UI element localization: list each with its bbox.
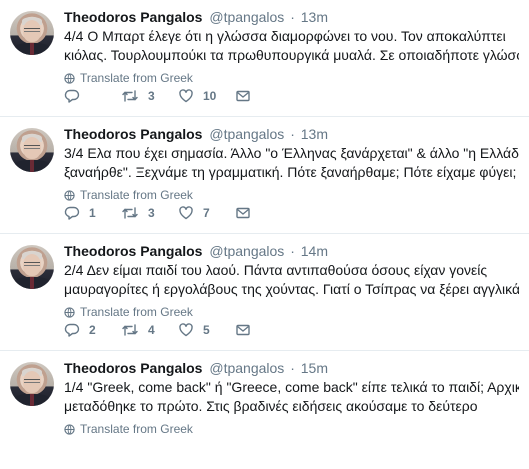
globe-icon — [64, 72, 75, 84]
tweet-text: 2/4 Δεν είμαι παιδί του λαού. Πάντα αντι… — [64, 261, 519, 299]
heart-icon — [179, 206, 193, 220]
tweet-timestamp[interactable]: 15m — [301, 360, 328, 376]
translate-label: Translate from Greek — [80, 188, 193, 202]
tweet-text-line: 4/4 Ο Μπαρτ έλεγε ότι η γλώσσα διαμορφών… — [64, 28, 506, 44]
separator-dot: · — [290, 243, 295, 259]
author-name[interactable]: Theodoros Pangalos — [64, 243, 202, 259]
envelope-icon — [236, 90, 250, 102]
translate-label: Translate from Greek — [80, 71, 193, 85]
tweet[interactable]: Theodoros Pangalos @tpangalos · 13m 3/4 … — [0, 117, 529, 234]
retweet-count: 3 — [148, 89, 155, 103]
tweet-text-line: 3/4 Ελα που έχει σημασία. Άλλο "ο Έλληνα… — [64, 145, 519, 161]
tweet-text-line: 1/4 "Greek, come back" ή "Greece, come b… — [64, 379, 519, 395]
tweet-text: 3/4 Ελα που έχει σημασία. Άλλο "ο Έλληνα… — [64, 144, 519, 182]
heart-icon — [179, 89, 193, 103]
tweet-text: 1/4 "Greek, come back" ή "Greece, come b… — [64, 378, 519, 416]
reply-button[interactable] — [64, 88, 121, 104]
retweet-button[interactable]: 4 — [121, 322, 178, 338]
separator-dot: · — [290, 9, 295, 25]
direct-message-button[interactable] — [235, 205, 259, 221]
tweet-text-line: κιόλας. Τουρλουμπούκι τα πρωθυπουργικά μ… — [64, 47, 519, 63]
direct-message-button[interactable] — [235, 88, 259, 104]
translate-link[interactable]: Translate from Greek — [64, 421, 519, 437]
author-name[interactable]: Theodoros Pangalos — [64, 126, 202, 142]
avatar[interactable] — [10, 362, 54, 406]
tweet-actions: 3 10 — [64, 86, 259, 106]
like-button[interactable]: 5 — [178, 322, 235, 338]
tweet[interactable]: Theodoros Pangalos @tpangalos · 13m 4/4 … — [0, 0, 529, 117]
tweet[interactable]: Theodoros Pangalos @tpangalos · 15m 1/4 … — [0, 351, 529, 468]
like-button[interactable]: 7 — [178, 205, 235, 221]
like-count: 7 — [203, 206, 210, 220]
translate-link[interactable]: Translate from Greek — [64, 70, 519, 86]
envelope-icon — [236, 207, 250, 219]
like-count: 5 — [203, 323, 210, 337]
globe-icon — [64, 189, 75, 201]
avatar[interactable] — [10, 11, 54, 55]
translate-label: Translate from Greek — [80, 305, 193, 319]
author-handle[interactable]: @tpangalos — [209, 360, 284, 376]
tweet[interactable]: Theodoros Pangalos @tpangalos · 14m 2/4 … — [0, 234, 529, 351]
translate-link[interactable]: Translate from Greek — [64, 187, 519, 203]
avatar[interactable] — [10, 245, 54, 289]
author-name[interactable]: Theodoros Pangalos — [64, 360, 202, 376]
author-name[interactable]: Theodoros Pangalos — [64, 9, 202, 25]
tweet-timestamp[interactable]: 13m — [301, 9, 328, 25]
reply-button[interactable]: 1 — [64, 205, 121, 221]
reply-count: 2 — [89, 323, 96, 337]
like-count: 10 — [203, 89, 217, 103]
tweet-text-line: μεταδόθηκε το πρώτο. Στις βραδινές ειδήσ… — [64, 398, 478, 414]
like-button[interactable]: 10 — [178, 88, 235, 104]
tweet-text-line: μαυραγορίτες ή εργολάβους της χούντας. Γ… — [64, 281, 519, 297]
tweet-timestamp[interactable]: 13m — [301, 126, 328, 142]
translate-link[interactable]: Translate from Greek — [64, 304, 519, 320]
tweet-actions: 1 3 7 — [64, 203, 259, 223]
reply-icon — [64, 206, 80, 220]
reply-icon — [64, 89, 80, 103]
author-handle[interactable]: @tpangalos — [209, 243, 284, 259]
translate-label: Translate from Greek — [80, 422, 193, 436]
author-handle[interactable]: @tpangalos — [209, 9, 284, 25]
tweet-text-line: ξαναήρθε". Ξεχνάμε τη γραμματική. Πότε ξ… — [64, 164, 517, 180]
retweet-icon — [122, 324, 138, 336]
retweet-icon — [122, 90, 138, 102]
envelope-icon — [236, 324, 250, 336]
retweet-button[interactable]: 3 — [121, 88, 178, 104]
author-handle[interactable]: @tpangalos — [209, 126, 284, 142]
separator-dot: · — [290, 126, 295, 142]
retweet-icon — [122, 207, 138, 219]
globe-icon — [64, 423, 75, 435]
retweet-count: 3 — [148, 206, 155, 220]
tweet-timestamp[interactable]: 14m — [301, 243, 328, 259]
tweet-actions: 2 4 5 — [64, 320, 259, 340]
retweet-button[interactable]: 3 — [121, 205, 178, 221]
separator-dot: · — [290, 360, 295, 376]
tweet-header: Theodoros Pangalos @tpangalos · 15m — [64, 359, 519, 377]
reply-button[interactable]: 2 — [64, 322, 121, 338]
reply-count: 1 — [89, 206, 96, 220]
heart-icon — [179, 323, 193, 337]
avatar[interactable] — [10, 128, 54, 172]
tweet-header: Theodoros Pangalos @tpangalos · 13m — [64, 8, 519, 26]
tweet-timeline: Theodoros Pangalos @tpangalos · 13m 4/4 … — [0, 0, 529, 468]
tweet-header: Theodoros Pangalos @tpangalos · 14m — [64, 242, 519, 260]
tweet-header: Theodoros Pangalos @tpangalos · 13m — [64, 125, 519, 143]
direct-message-button[interactable] — [235, 322, 259, 338]
globe-icon — [64, 306, 75, 318]
tweet-text: 4/4 Ο Μπαρτ έλεγε ότι η γλώσσα διαμορφών… — [64, 27, 519, 65]
retweet-count: 4 — [148, 323, 155, 337]
reply-icon — [64, 323, 80, 337]
tweet-text-line: 2/4 Δεν είμαι παιδί του λαού. Πάντα αντι… — [64, 262, 488, 278]
